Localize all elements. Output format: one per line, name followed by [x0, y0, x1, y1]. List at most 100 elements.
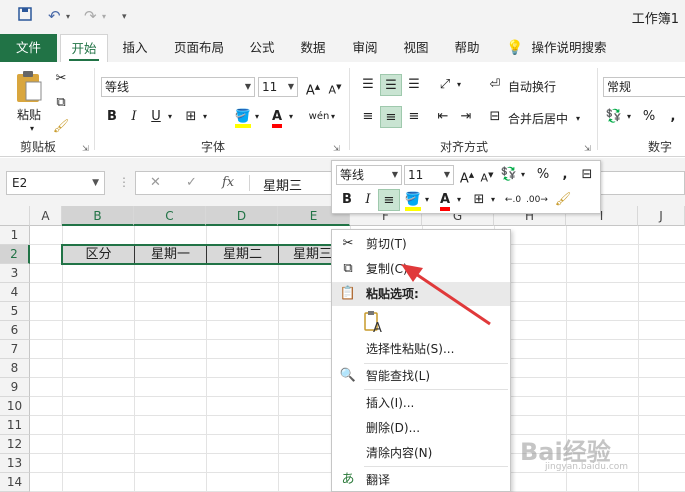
- bold-icon[interactable]: B: [101, 106, 123, 128]
- borders-icon[interactable]: ⊞: [180, 106, 202, 128]
- number-format-select[interactable]: 常规: [603, 77, 685, 97]
- mini-currency-dropdown-icon[interactable]: ▾: [521, 170, 525, 179]
- mini-format-table-icon[interactable]: ⊟: [576, 164, 598, 186]
- column-header[interactable]: C: [134, 206, 206, 226]
- column-header[interactable]: B: [62, 206, 134, 226]
- cell-D2[interactable]: 星期二: [206, 245, 279, 264]
- undo-icon[interactable]: ↶: [48, 7, 61, 25]
- wrap-text-button[interactable]: 自动换行: [508, 78, 556, 95]
- menu-item-smart-lookup[interactable]: 🔍 智能查找(L): [332, 364, 510, 388]
- cell-B2[interactable]: 区分: [62, 245, 135, 264]
- menu-item-delete[interactable]: 删除(D)...: [332, 416, 510, 440]
- tell-me-search[interactable]: 操作说明搜索: [527, 34, 611, 62]
- insert-function-icon[interactable]: fx: [222, 175, 234, 190]
- tab-page-layout[interactable]: 页面布局: [167, 34, 231, 62]
- underline-dropdown-icon[interactable]: ▾: [168, 112, 172, 121]
- column-header[interactable]: D: [206, 206, 278, 226]
- row-header[interactable]: 10: [0, 397, 30, 416]
- paste-button[interactable]: 粘贴: [17, 106, 41, 123]
- formula-input[interactable]: 星期三: [263, 175, 302, 194]
- decrease-font-icon[interactable]: A▼: [324, 76, 346, 98]
- mini-increase-decimal-icon[interactable]: ←.0: [502, 189, 524, 211]
- menu-item-paste-special[interactable]: 选择性粘贴(S)...: [332, 337, 510, 361]
- decrease-indent-icon[interactable]: ⇤: [432, 106, 454, 128]
- drag-handle-icon[interactable]: ⋮: [118, 175, 130, 189]
- menu-item-cut[interactable]: ✂ 剪切(T): [332, 232, 510, 256]
- mini-font-name-select[interactable]: 等线 ▼: [336, 165, 402, 185]
- comma-icon[interactable]: ,: [662, 106, 684, 128]
- align-left-icon[interactable]: ≡: [357, 106, 379, 128]
- menu-item-translate[interactable]: あ 翻译: [332, 468, 510, 492]
- menu-item-insert[interactable]: 插入(I)...: [332, 391, 510, 415]
- orientation-dropdown-icon[interactable]: ▾: [457, 80, 461, 89]
- row-header[interactable]: 3: [0, 264, 30, 283]
- tab-data[interactable]: 数据: [293, 34, 333, 62]
- borders-dropdown-icon[interactable]: ▾: [203, 112, 207, 121]
- phonetic-icon[interactable]: wén: [308, 106, 330, 128]
- cell-C2[interactable]: 星期一: [134, 245, 207, 264]
- mini-font-color-icon[interactable]: A: [434, 189, 456, 211]
- mini-font-size-select[interactable]: 11 ▼: [404, 165, 454, 185]
- mini-comma-icon[interactable]: ,: [554, 164, 576, 186]
- row-header[interactable]: 5: [0, 302, 30, 321]
- phonetic-dropdown-icon[interactable]: ▾: [331, 112, 335, 121]
- customize-icon[interactable]: ▾: [122, 12, 127, 22]
- cell-E2[interactable]: 星期三: [278, 245, 338, 264]
- undo-dropdown-icon[interactable]: ▾: [66, 12, 70, 21]
- row-header[interactable]: 7: [0, 340, 30, 359]
- font-color-icon[interactable]: A: [266, 106, 288, 128]
- orientation-icon[interactable]: ⤢: [434, 74, 456, 96]
- fill-dropdown-icon[interactable]: ▾: [255, 112, 259, 121]
- alignment-launcher-icon[interactable]: ⇲: [584, 144, 591, 153]
- redo-dropdown-icon[interactable]: ▾: [102, 12, 106, 21]
- align-center-icon[interactable]: ≡: [380, 106, 402, 128]
- align-top-icon[interactable]: ☰: [357, 74, 379, 96]
- tab-insert[interactable]: 插入: [115, 34, 155, 62]
- mini-increase-font-icon[interactable]: A▲: [456, 164, 478, 186]
- mini-borders-icon[interactable]: ⊞: [468, 189, 490, 211]
- merge-dropdown-icon[interactable]: ▾: [576, 114, 580, 123]
- enter-icon[interactable]: ✓: [186, 175, 197, 190]
- mini-fill-dropdown-icon[interactable]: ▾: [425, 195, 429, 204]
- paste-icon[interactable]: [14, 70, 44, 107]
- paste-option-icon[interactable]: A: [364, 310, 386, 336]
- percent-icon[interactable]: %: [638, 106, 660, 128]
- mini-fill-color-icon[interactable]: 🪣: [402, 189, 424, 211]
- tab-home[interactable]: 开始: [60, 34, 108, 63]
- currency-dropdown-icon[interactable]: ▾: [627, 112, 631, 121]
- row-header[interactable]: 6: [0, 321, 30, 340]
- row-header[interactable]: 13: [0, 454, 30, 473]
- tab-file[interactable]: 文件: [0, 34, 57, 62]
- row-header[interactable]: 2: [0, 245, 30, 264]
- mini-percent-icon[interactable]: %: [532, 164, 554, 186]
- underline-icon[interactable]: U: [145, 106, 167, 128]
- align-right-icon[interactable]: ≡: [403, 106, 425, 128]
- increase-font-icon[interactable]: A▲: [302, 76, 324, 98]
- row-header[interactable]: 1: [0, 226, 30, 245]
- clipboard-launcher-icon[interactable]: ⇲: [82, 144, 89, 153]
- align-bottom-icon[interactable]: ☰: [403, 74, 425, 96]
- mini-borders-dropdown-icon[interactable]: ▾: [491, 195, 495, 204]
- row-header[interactable]: 12: [0, 435, 30, 454]
- fill-color-icon[interactable]: 🪣: [232, 106, 254, 128]
- align-middle-icon[interactable]: ☰: [380, 74, 402, 96]
- tab-help[interactable]: 帮助: [447, 34, 487, 62]
- tab-view[interactable]: 视图: [396, 34, 436, 62]
- wrap-text-icon[interactable]: ⏎: [484, 74, 506, 96]
- row-header[interactable]: 4: [0, 283, 30, 302]
- row-header[interactable]: 9: [0, 378, 30, 397]
- increase-indent-icon[interactable]: ⇥: [455, 106, 477, 128]
- mini-font-color-dropdown-icon[interactable]: ▾: [457, 195, 461, 204]
- column-header[interactable]: A: [30, 206, 62, 226]
- mini-bold-icon[interactable]: B: [336, 189, 358, 211]
- save-icon[interactable]: [18, 7, 32, 25]
- mini-center-icon[interactable]: ≡: [378, 189, 400, 211]
- mini-decrease-decimal-icon[interactable]: .00→: [526, 189, 548, 211]
- font-launcher-icon[interactable]: ⇲: [333, 144, 340, 153]
- merge-center-icon[interactable]: ⊟: [484, 106, 506, 128]
- menu-item-clear-contents[interactable]: 清除内容(N): [332, 441, 510, 465]
- font-size-select[interactable]: 11 ▼: [258, 77, 298, 97]
- italic-icon[interactable]: I: [123, 106, 145, 128]
- select-all-corner[interactable]: [0, 206, 30, 226]
- font-name-select[interactable]: 等线 ▼: [101, 77, 255, 97]
